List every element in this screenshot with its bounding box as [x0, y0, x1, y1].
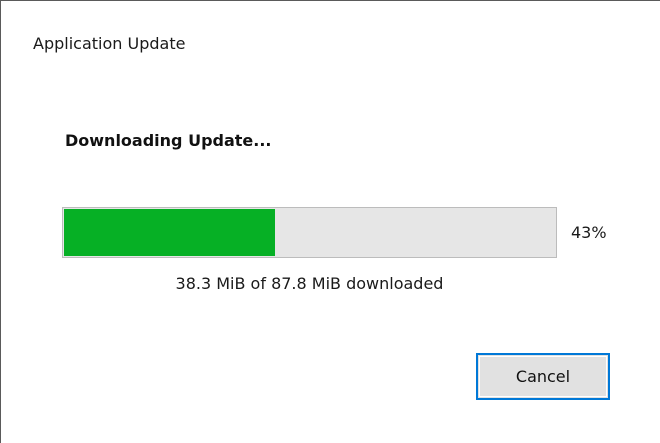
download-status: 38.3 MiB of 87.8 MiB downloaded	[175, 274, 444, 293]
title-bar[interactable]: Application Update	[1, 1, 660, 87]
progress-percent: 43%	[571, 223, 607, 242]
cancel-button[interactable]: Cancel	[476, 353, 610, 400]
update-dialog: Application Update Downloading Update...…	[0, 0, 660, 443]
window-title: Application Update	[33, 34, 186, 53]
download-progress-bar	[62, 207, 557, 258]
download-heading: Downloading Update...	[65, 131, 272, 150]
progress-fill	[64, 209, 275, 256]
